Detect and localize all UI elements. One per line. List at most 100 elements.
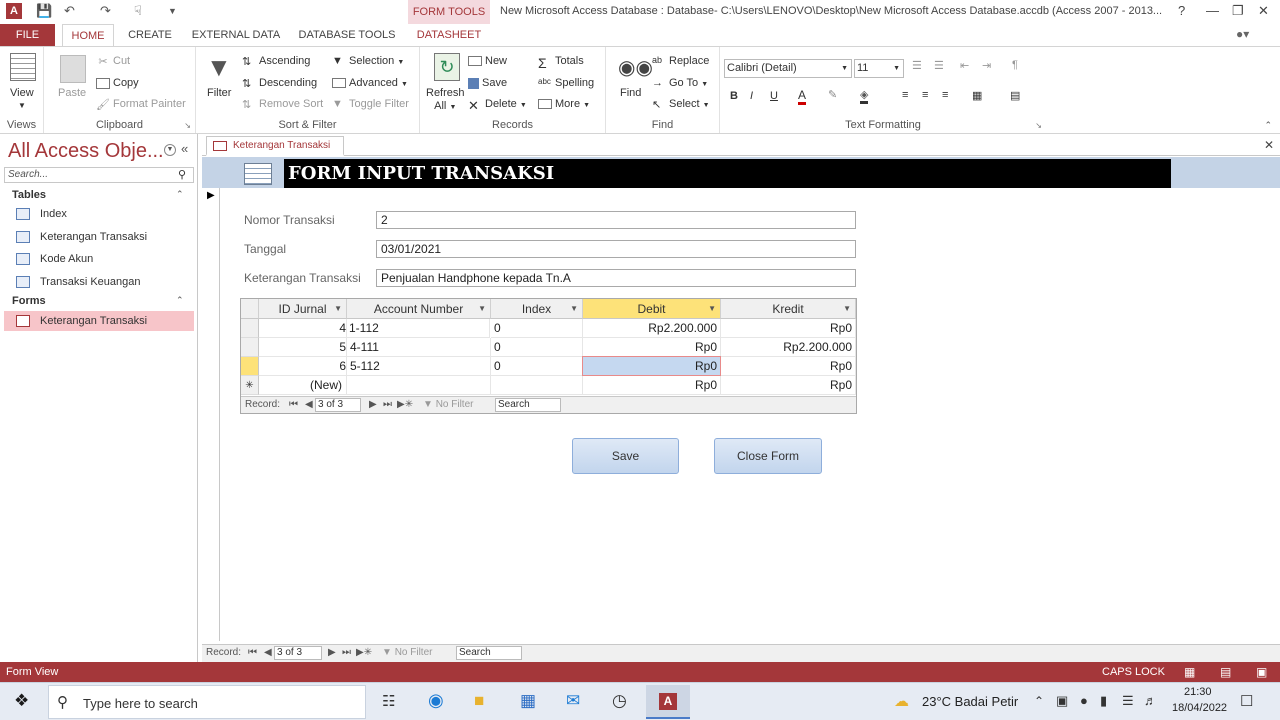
tab-file[interactable]: FILE	[0, 24, 55, 46]
delete-record-button[interactable]: ✕ Delete ▼	[468, 98, 527, 113]
microphone-icon[interactable]: ●	[1080, 693, 1088, 708]
text-formatting-launcher-icon[interactable]: ↘	[1035, 121, 1042, 130]
select-all-corner[interactable]	[241, 299, 259, 319]
totals-button[interactable]: Σ Totals	[538, 55, 584, 71]
no-filter-indicator[interactable]: ▼ No Filter	[423, 399, 473, 410]
cell-new-kredit[interactable]: Rp0	[721, 376, 856, 395]
column-dropdown-icon[interactable]: ▼	[334, 299, 342, 319]
save-quick-icon[interactable]: 💾	[36, 3, 52, 19]
datasheet-view-icon[interactable]: ▤	[1220, 665, 1231, 679]
spelling-button[interactable]: abc Spelling	[538, 77, 594, 89]
nav-pane-title[interactable]: All Access Obje...	[8, 140, 164, 163]
meet-now-icon[interactable]: ▣	[1056, 693, 1068, 709]
advanced-button[interactable]: Advanced ▼	[332, 77, 408, 89]
record-position-input[interactable]: 3 of 3	[315, 398, 361, 412]
cell-index[interactable]: 0	[491, 319, 583, 338]
refresh-all-button[interactable]: Refresh All ▼	[426, 87, 465, 114]
app-clock-icon[interactable]: ◷	[612, 691, 627, 711]
nav-table-keterangan-transaksi[interactable]: Keterangan Transaksi	[4, 227, 194, 247]
customize-quick-access-icon[interactable]: ▼	[168, 6, 177, 16]
font-color-icon[interactable]: A	[798, 88, 807, 105]
subform-search-input[interactable]: Search	[495, 398, 561, 412]
restore-icon[interactable]: ❐	[1232, 3, 1244, 19]
selection-button[interactable]: ▼ Selection ▼	[332, 55, 404, 67]
alternate-row-color-icon[interactable]: ▤	[1010, 89, 1020, 102]
nav-search-input[interactable]: Search...	[4, 167, 194, 183]
column-dropdown-icon[interactable]: ▼	[478, 299, 486, 319]
row-selector[interactable]	[241, 319, 259, 338]
row-selector-current[interactable]	[241, 357, 259, 376]
tab-external-data[interactable]: EXTERNAL DATA	[188, 24, 284, 46]
underline-button[interactable]: U	[770, 90, 778, 102]
cut-button[interactable]: ✂ Cut	[96, 55, 130, 68]
filter-button[interactable]: Filter	[207, 87, 231, 99]
no-filter-indicator[interactable]: ▼ No Filter	[382, 647, 432, 658]
help-button[interactable]: ?	[1178, 3, 1185, 18]
clipboard-launcher-icon[interactable]: ↘	[184, 121, 191, 130]
cell-new-id-jurnal[interactable]: (New)	[259, 376, 347, 395]
collapse-ribbon-icon[interactable]: ⌃	[1264, 120, 1272, 131]
tanggal-input[interactable]: 03/01/2021	[376, 240, 856, 258]
cell-new-account-number[interactable]	[347, 376, 491, 395]
descending-button[interactable]: ⇅ Descending	[242, 77, 317, 90]
column-dropdown-icon[interactable]: ▼	[708, 299, 716, 319]
select-button[interactable]: ↖ Select ▼	[652, 98, 710, 111]
cell-id-jurnal[interactable]: 6	[259, 357, 347, 376]
cell-debit-selected[interactable]: Rp0	[582, 356, 721, 376]
record-selector[interactable]: ▶	[202, 188, 220, 641]
clock-date[interactable]: 18/04/2022	[1172, 702, 1227, 714]
column-header-index[interactable]: Index ▼	[491, 299, 583, 319]
close-document-icon[interactable]: ✕	[1264, 138, 1274, 152]
close-window-icon[interactable]: ✕	[1258, 3, 1269, 19]
nav-table-transaksi-keuangan[interactable]: Transaksi Keuangan	[4, 272, 194, 292]
bold-button[interactable]: B	[730, 90, 738, 102]
new-record-button[interactable]: New	[468, 55, 507, 67]
cell-kredit[interactable]: Rp0	[721, 357, 856, 376]
cell-kredit[interactable]: Rp0	[721, 319, 856, 338]
cell-new-debit[interactable]: Rp0	[583, 376, 721, 395]
cell-id-jurnal[interactable]: 4	[259, 319, 347, 338]
clock-time[interactable]: 21:30	[1184, 686, 1212, 698]
show-hidden-icons-icon[interactable]: ⌃	[1034, 694, 1044, 708]
network-icon[interactable]: ☰	[1122, 693, 1134, 709]
replace-button[interactable]: ab Replace	[652, 55, 709, 67]
find-button[interactable]: Find	[620, 87, 641, 99]
paste-button[interactable]: Paste	[58, 87, 86, 99]
record-position-input[interactable]: 3 of 3	[274, 646, 322, 660]
new-row-selector[interactable]: ✳	[241, 376, 259, 395]
more-button[interactable]: More ▼	[538, 98, 590, 110]
ascending-button[interactable]: ⇅ Ascending	[242, 55, 310, 68]
column-dropdown-icon[interactable]: ▼	[570, 299, 578, 319]
redo-icon[interactable]: ↷	[100, 3, 111, 19]
remove-sort-button[interactable]: ⇅ Remove Sort	[242, 98, 323, 111]
gridlines-icon[interactable]: ▦	[972, 89, 982, 102]
nomor-transaksi-input[interactable]: 2	[376, 211, 856, 229]
cell-account-number[interactable]: 4-111	[347, 338, 491, 357]
file-explorer-icon[interactable]: ■	[474, 691, 484, 711]
search-icon[interactable]: ⚲	[178, 168, 186, 181]
column-header-id-jurnal[interactable]: ID Jurnal ▼	[259, 299, 347, 319]
task-view-icon[interactable]: ☷	[382, 692, 395, 710]
previous-record-icon[interactable]: ◀	[305, 399, 313, 410]
minimize-icon[interactable]: —	[1206, 3, 1219, 18]
document-tab-keterangan-transaksi[interactable]: Keterangan Transaksi	[206, 136, 344, 156]
paragraph-direction-icon[interactable]: ¶	[1012, 59, 1018, 71]
cell-account-number[interactable]: 1-112	[346, 319, 490, 338]
cell-debit[interactable]: Rp2.200.000	[583, 319, 721, 338]
column-header-debit[interactable]: Debit ▼	[583, 299, 721, 319]
column-header-kredit[interactable]: Kredit ▼	[721, 299, 856, 319]
previous-record-icon[interactable]: ◀	[264, 647, 272, 658]
view-button[interactable]: View	[10, 87, 34, 99]
next-record-icon[interactable]: ▶	[369, 399, 377, 410]
decrease-indent-icon[interactable]: ⇤	[960, 59, 969, 72]
windows-start-icon[interactable]: ❖	[14, 691, 29, 711]
cell-account-number[interactable]: 5-112	[347, 357, 491, 376]
nav-section-tables[interactable]: Tables	[12, 189, 46, 201]
edge-browser-icon[interactable]: ◉	[428, 690, 444, 711]
main-search-input[interactable]: Search	[456, 646, 522, 660]
column-dropdown-icon[interactable]: ▼	[843, 299, 851, 319]
nav-menu-chevron-icon[interactable]: ▼	[164, 144, 176, 156]
cell-debit[interactable]: Rp0	[583, 338, 721, 357]
weather-text[interactable]: 23°C Badai Petir	[922, 694, 1018, 709]
nav-table-kode-akun[interactable]: Kode Akun	[4, 249, 194, 269]
